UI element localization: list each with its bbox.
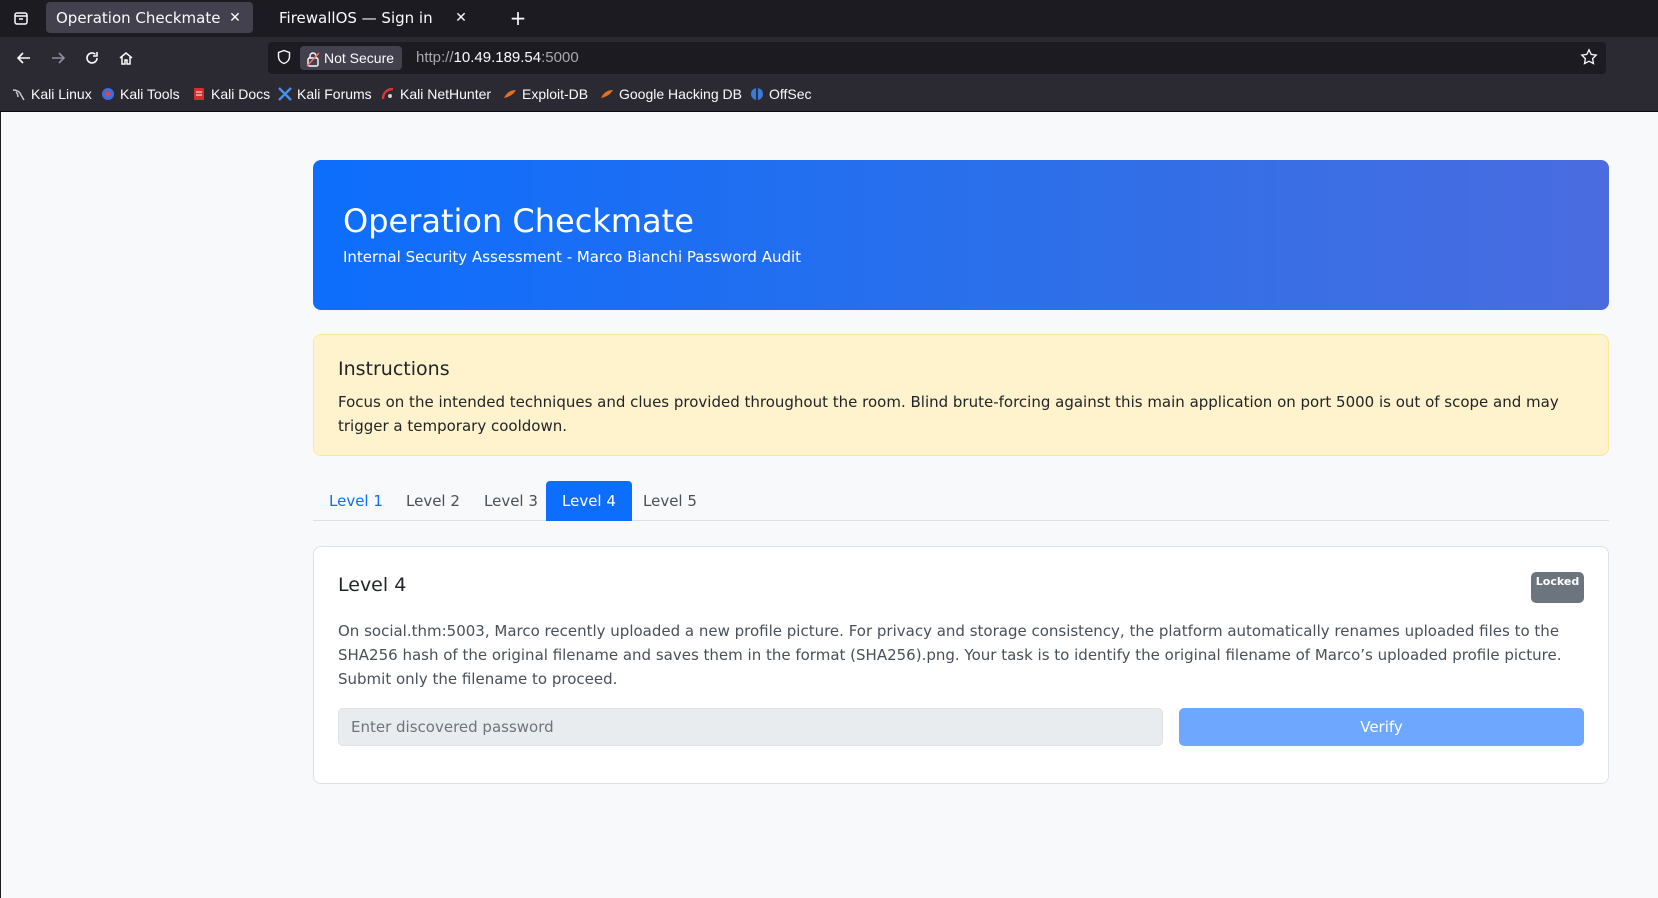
tab-level-3[interactable]: Level 3 [468,481,554,521]
home-icon[interactable] [112,45,140,71]
tab-title: FirewallOS — Sign in [279,8,433,27]
url-port: :5000 [541,49,579,66]
level-title: Level 4 [338,574,407,596]
page-subtitle: Internal Security Assessment - Marco Bia… [343,248,802,266]
kali-forums-icon [278,87,292,101]
tab-level-2[interactable]: Level 2 [390,481,476,521]
insecure-lock-icon [306,50,320,74]
level-card: Level 4 Locked On social.thm:5003, Marco… [313,546,1609,784]
address-bar[interactable]: Not Secure http://10.49.189.54:5000 [268,42,1606,74]
bookmark-label: Kali NetHunter [400,86,492,102]
close-icon[interactable]: ✕ [453,10,469,26]
offsec-icon [750,87,764,101]
security-indicator[interactable]: Not Secure [300,46,403,70]
bookmark-label: Kali Docs [211,86,271,102]
kali-docs-icon [192,87,206,101]
browser-tab-bar: Operation Checkmate ✕ FirewallOS — Sign … [0,0,1658,37]
bookmark-label: Google Hacking DB [619,86,742,102]
tab-list-icon[interactable] [8,6,34,30]
level-description: On social.thm:5003, Marco recently uploa… [338,622,1562,688]
page-content: Operation Checkmate Internal Security As… [0,112,1658,898]
bookmark-kali-linux[interactable]: Kali Linux [12,86,92,102]
bookmark-label: Kali Tools [120,86,180,102]
bookmarks-toolbar: Kali Linux Kali Tools Kali Docs Kali For… [0,79,1658,112]
tab-title: Operation Checkmate [56,8,221,27]
bookmark-label: OffSec [769,86,812,102]
browser-tab[interactable]: FirewallOS — Sign in ✕ [269,2,479,33]
bookmark-label: Exploit-DB [522,86,589,102]
tab-level-5[interactable]: Level 5 [627,481,713,521]
instructions-text: Focus on the intended techniques and clu… [338,393,1559,435]
bookmark-google-hacking-db[interactable]: Google Hacking DB [600,86,742,102]
close-icon[interactable]: ✕ [227,10,243,26]
bookmark-offsec[interactable]: OffSec [750,86,812,102]
url-text[interactable]: http://10.49.189.54:5000 [416,49,579,66]
bookmark-label: Kali Linux [31,86,92,102]
verify-button[interactable]: Verify [1179,708,1584,746]
url-host: 10.49.189.54 [453,49,542,66]
forward-arrow-icon[interactable] [44,45,72,71]
browser-nav-bar: Not Secure http://10.49.189.54:5000 [0,37,1658,79]
status-badge: Locked [1531,572,1584,603]
url-prefix: http:// [416,49,454,66]
new-tab-icon[interactable]: + [505,6,531,30]
bookmark-kali-nethunter[interactable]: Kali NetHunter [381,86,491,102]
back-arrow-icon[interactable] [10,45,38,71]
not-secure-label: Not Secure [324,50,395,66]
tab-level-1[interactable]: Level 1 [313,481,399,521]
bookmark-kali-tools[interactable]: Kali Tools [101,86,180,102]
bookmark-kali-docs[interactable]: Kali Docs [192,86,270,102]
ghdb-icon [600,87,614,101]
kali-dragon-icon [12,87,26,101]
tab-level-4[interactable]: Level 4 [546,481,632,521]
exploit-db-icon [503,87,517,101]
bookmark-kali-forums[interactable]: Kali Forums [278,86,372,102]
browser-tab-active[interactable]: Operation Checkmate ✕ [46,2,253,33]
instructions-heading: Instructions [338,358,450,380]
page-title: Operation Checkmate [343,202,694,240]
level-tabs: Level 1 Level 2 Level 3 Level 4 Level 5 [313,481,1609,521]
bookmark-star-icon[interactable] [1580,48,1598,70]
bookmark-label: Kali Forums [297,86,372,102]
hero-banner: Operation Checkmate Internal Security As… [313,160,1609,310]
password-input[interactable] [338,708,1163,746]
kali-tools-icon [101,87,115,101]
instructions-alert: Instructions Focus on the intended techn… [313,334,1609,456]
bookmark-exploit-db[interactable]: Exploit-DB [503,86,588,102]
shield-icon[interactable] [276,49,292,69]
reload-icon[interactable] [78,45,106,71]
nethunter-icon [381,87,395,101]
